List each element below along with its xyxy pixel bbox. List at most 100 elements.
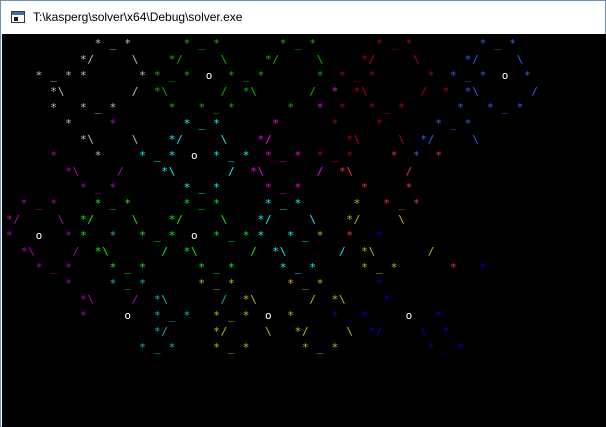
- cell-marker: *: [109, 229, 117, 242]
- cell-marker: *: [65, 165, 72, 178]
- cell-marker: *: [420, 133, 428, 146]
- cell-marker: *: [139, 149, 146, 162]
- cell-marker: *: [168, 213, 176, 226]
- cell-edge: /: [427, 133, 435, 146]
- cell-marker: *: [287, 229, 294, 242]
- cell-edge: _: [450, 117, 457, 130]
- cell-marker: *: [346, 133, 354, 146]
- cell-edge: _: [109, 37, 117, 50]
- cell-marker: *: [228, 69, 235, 82]
- cell-marker: *: [294, 197, 302, 210]
- cell-edge: /: [472, 53, 479, 66]
- cell-marker: *: [94, 245, 102, 258]
- cell-marker: *: [80, 181, 87, 194]
- cell-marker: *: [257, 229, 265, 242]
- cell-marker: *: [390, 261, 398, 274]
- cell-marker: *: [139, 277, 146, 290]
- cell-marker: *: [65, 229, 72, 242]
- cell-marker: *: [316, 229, 324, 242]
- cell-marker: *: [353, 85, 361, 98]
- cell-edge: _: [198, 181, 206, 194]
- cell-edge: /: [250, 245, 257, 258]
- cell-marker: *: [50, 85, 58, 98]
- cell-marker: *: [109, 277, 117, 290]
- cell-edge: /: [161, 325, 169, 338]
- cell-marker: *: [65, 117, 72, 130]
- cell-edge: _: [50, 261, 58, 274]
- cell-marker: *: [109, 117, 117, 130]
- cell-marker: *: [80, 293, 87, 306]
- cell-marker: *: [183, 245, 191, 258]
- cell-marker: *: [168, 229, 176, 242]
- cell-marker: *: [435, 309, 442, 322]
- cell-edge: _: [316, 341, 324, 354]
- cell-marker: *: [294, 325, 302, 338]
- cell-marker: *: [524, 69, 531, 82]
- cell-edge: \: [191, 245, 198, 258]
- cell-edge: \: [420, 325, 428, 338]
- cell-marker: *: [353, 197, 361, 210]
- cell-edge: _: [376, 261, 383, 274]
- cell-edge: _: [168, 309, 176, 322]
- cell-edge: /: [531, 85, 539, 98]
- cell-marker: *: [94, 149, 102, 162]
- cell-marker: *: [339, 165, 346, 178]
- title-bar[interactable]: T:\kasperg\solver\x64\Debug\solver.exe: [1, 1, 605, 34]
- cell-marker: *: [183, 37, 191, 50]
- cell-marker: *: [50, 149, 58, 162]
- cell-marker: *: [6, 229, 13, 242]
- cell-edge: _: [346, 309, 354, 322]
- cell-marker: *: [405, 181, 413, 194]
- cell-marker: *: [228, 101, 235, 114]
- cell-marker: *: [80, 101, 87, 114]
- cell-marker: *: [464, 85, 472, 98]
- cell-edge: _: [154, 341, 161, 354]
- cell-marker: *: [450, 69, 457, 82]
- cell-marker: *: [257, 213, 265, 226]
- cell-marker: *: [242, 85, 250, 98]
- cell-edge: \: [346, 165, 354, 178]
- cell-marker: *: [442, 85, 450, 98]
- cell-edge: \: [257, 165, 265, 178]
- cell-marker: *: [80, 53, 87, 66]
- cell-edge: _: [35, 197, 43, 210]
- cell-marker: *: [139, 341, 146, 354]
- cell-edge: _: [294, 261, 302, 274]
- cell-edge: /: [220, 325, 228, 338]
- cell-edge: /: [228, 165, 235, 178]
- cell-marker: *: [242, 229, 250, 242]
- cell-marker: *: [154, 85, 161, 98]
- cell-edge: _: [331, 149, 339, 162]
- cell-marker: *: [265, 53, 272, 66]
- console-app-icon[interactable]: [11, 11, 25, 23]
- cell-marker: *: [50, 197, 58, 210]
- cell-edge: \: [398, 213, 405, 226]
- cell-edge: _: [198, 37, 206, 50]
- cell-marker: *: [383, 197, 391, 210]
- cell-edge: \: [309, 213, 317, 226]
- cell-edge: _: [228, 341, 235, 354]
- cell-center: o: [35, 229, 43, 242]
- cell-edge: \: [57, 85, 65, 98]
- console-output[interactable]: * _ * * _ * * _ * * _ * * _ * * / \ * / \ * / \ * / \ * / \ * _ * * * * _ * o *…: [2, 34, 606, 427]
- cell-edge: \: [87, 133, 95, 146]
- cell-marker: *: [316, 101, 324, 114]
- cell-marker: *: [464, 117, 472, 130]
- console-window: T:\kasperg\solver\x64\Debug\solver.exe *…: [0, 0, 606, 427]
- cell-edge: \: [398, 133, 405, 146]
- cell-marker: *: [361, 181, 368, 194]
- cell-marker: *: [242, 149, 250, 162]
- cell-marker: *: [287, 309, 294, 322]
- cell-edge: _: [302, 229, 309, 242]
- cell-marker: *: [50, 101, 58, 114]
- cell-marker: *: [198, 277, 206, 290]
- cell-edge: \: [472, 85, 479, 98]
- cell-edge: \: [279, 245, 287, 258]
- cell-marker: *: [442, 325, 450, 338]
- cell-edge: _: [279, 181, 287, 194]
- cell-marker: *: [139, 229, 146, 242]
- cell-marker: *: [287, 101, 294, 114]
- cell-marker: *: [479, 37, 487, 50]
- cell-marker: *: [80, 213, 87, 226]
- cell-marker: *: [183, 117, 191, 130]
